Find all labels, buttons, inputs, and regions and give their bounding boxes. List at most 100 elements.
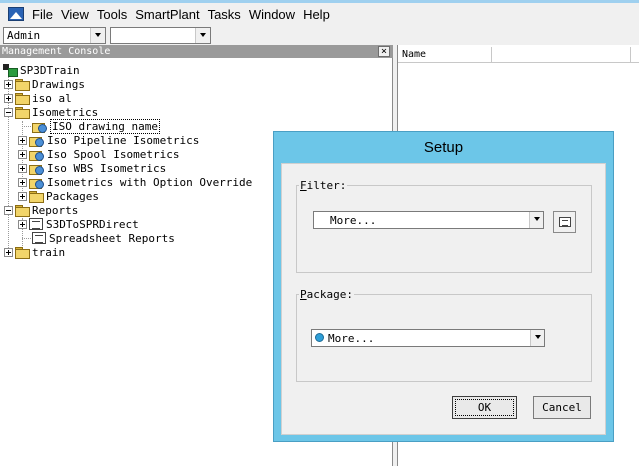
dialog-title: Setup xyxy=(423,139,464,156)
tree-item-label: Drawings xyxy=(32,77,85,91)
expand-icon[interactable] xyxy=(4,93,13,103)
properties-icon xyxy=(559,217,571,227)
filter-group-label: Filter: xyxy=(299,179,348,192)
tree-connector xyxy=(22,126,31,127)
tree-item-label: ISO drawing name xyxy=(50,118,160,134)
expand-icon[interactable] xyxy=(18,191,27,201)
tree-item-iso-al[interactable]: iso al xyxy=(4,91,72,105)
dialog-body: Filter: More... Package: More... OK Canc… xyxy=(281,163,606,435)
report-icon xyxy=(29,218,43,230)
expand-icon[interactable] xyxy=(4,79,13,89)
menu-file[interactable]: File xyxy=(28,7,57,22)
role-combo-value: Admin xyxy=(7,29,41,42)
report-icon xyxy=(32,232,46,244)
tree-connector xyxy=(22,238,31,239)
tree-item-packages[interactable]: Packages xyxy=(18,189,99,203)
menu-bar: File View Tools SmartPlant Tasks Window … xyxy=(0,3,639,25)
console-title-bar: Management Console × xyxy=(0,45,393,58)
role-combo[interactable]: Admin xyxy=(3,27,106,44)
menu-view[interactable]: View xyxy=(57,7,93,22)
tree-item-label: Iso WBS Isometrics xyxy=(47,161,167,175)
expand-icon[interactable] xyxy=(4,247,13,257)
tree-item-label: train xyxy=(32,245,66,259)
tree-item-iso-pipeline[interactable]: Iso Pipeline Isometrics xyxy=(18,133,199,147)
collapse-icon[interactable] xyxy=(4,107,13,117)
filter-combo-value: More... xyxy=(330,214,377,227)
package-label-accesskey: P xyxy=(300,288,307,301)
tree-item-label: SP3DTrain xyxy=(20,63,80,77)
filter-properties-button[interactable] xyxy=(553,211,576,233)
folder-icon xyxy=(15,92,30,105)
isometric-drawing-icon xyxy=(29,135,44,147)
folder-icon xyxy=(15,204,30,217)
ok-button[interactable]: OK xyxy=(452,396,517,419)
expand-icon[interactable] xyxy=(18,149,27,159)
toolbar: Admin xyxy=(0,25,639,46)
console-title: Management Console xyxy=(2,46,111,57)
tree-item-label: S3DToSPRDirect xyxy=(46,217,139,231)
isometric-drawing-icon xyxy=(29,177,44,189)
expand-icon[interactable] xyxy=(18,219,27,229)
isometric-drawing-icon xyxy=(29,163,44,175)
filter-label-accesskey: F xyxy=(300,179,307,192)
package-combo-value: More... xyxy=(328,332,375,345)
tree-item-train[interactable]: train xyxy=(4,245,65,259)
cancel-button[interactable]: Cancel xyxy=(533,396,591,419)
column-header-name[interactable]: Name xyxy=(402,49,426,60)
tree-item-iso-override[interactable]: Isometrics with Option Override xyxy=(18,175,252,189)
tree-item-label: Reports xyxy=(32,203,79,217)
tree-item-label: Iso Spool Isometrics xyxy=(47,147,180,161)
cancel-button-label: Cancel xyxy=(542,401,582,414)
tree-item-spreadsheet-reports[interactable]: Spreadsheet Reports xyxy=(32,231,175,245)
focus-ring xyxy=(455,399,514,416)
column-divider[interactable] xyxy=(630,47,631,63)
chevron-down-icon[interactable] xyxy=(90,28,105,43)
tree-item-label: Spreadsheet Reports xyxy=(49,231,175,245)
tree-item-label: Iso Pipeline Isometrics xyxy=(47,133,200,147)
smartplant-app-icon xyxy=(8,7,24,21)
collapse-icon[interactable] xyxy=(4,205,13,215)
secondary-combo[interactable] xyxy=(110,27,211,44)
project-icon xyxy=(3,64,18,77)
folder-icon xyxy=(29,190,44,203)
isometric-drawing-icon xyxy=(32,121,47,133)
column-divider[interactable] xyxy=(491,47,492,63)
filter-combo[interactable]: More... xyxy=(313,211,544,229)
folder-icon xyxy=(15,78,30,91)
tree-item-iso-spool[interactable]: Iso Spool Isometrics xyxy=(18,147,179,161)
package-group-label: Package: xyxy=(299,288,354,301)
menu-window[interactable]: Window xyxy=(245,7,299,22)
filter-label-text: ilter: xyxy=(306,179,347,192)
folder-icon xyxy=(15,106,30,119)
package-combo[interactable]: More... xyxy=(311,329,545,347)
menu-help[interactable]: Help xyxy=(299,7,334,22)
tree-item-label: Isometrics with Option Override xyxy=(47,175,253,189)
menu-tasks[interactable]: Tasks xyxy=(204,7,245,22)
tree-item-drawings[interactable]: Drawings xyxy=(4,77,85,91)
expand-icon[interactable] xyxy=(18,163,27,173)
menu-tools[interactable]: Tools xyxy=(93,7,131,22)
package-group: Package: More... xyxy=(296,288,592,382)
tree-item-reports[interactable]: Reports xyxy=(4,203,78,217)
chevron-down-icon[interactable] xyxy=(195,28,210,43)
filter-group: Filter: More... xyxy=(296,179,592,273)
chevron-down-icon[interactable] xyxy=(529,212,543,228)
package-label-text: ackage: xyxy=(306,288,353,301)
tree-item-iso-drawing-name[interactable]: ISO drawing name xyxy=(32,118,160,134)
setup-dialog: Setup Filter: More... Package: More... O… xyxy=(273,131,614,442)
folder-icon xyxy=(15,246,30,259)
isometric-drawing-icon xyxy=(29,149,44,161)
menu-smartplant[interactable]: SmartPlant xyxy=(131,7,203,22)
chevron-down-icon[interactable] xyxy=(530,330,544,346)
tree-item-isometrics[interactable]: Isometrics xyxy=(4,105,98,119)
tree-item-root[interactable]: SP3DTrain xyxy=(3,63,80,77)
expand-icon[interactable] xyxy=(18,177,27,187)
close-icon[interactable]: × xyxy=(378,46,390,57)
tree-item-label: Packages xyxy=(46,189,99,203)
tree-item-s3d-to-spr[interactable]: S3DToSPRDirect xyxy=(18,217,139,231)
tree-item-iso-wbs[interactable]: Iso WBS Isometrics xyxy=(18,161,166,175)
tree-item-label: iso al xyxy=(32,91,72,105)
list-column-header: Name xyxy=(398,47,639,63)
tree-item-label: Isometrics xyxy=(32,105,99,119)
expand-icon[interactable] xyxy=(18,135,27,145)
